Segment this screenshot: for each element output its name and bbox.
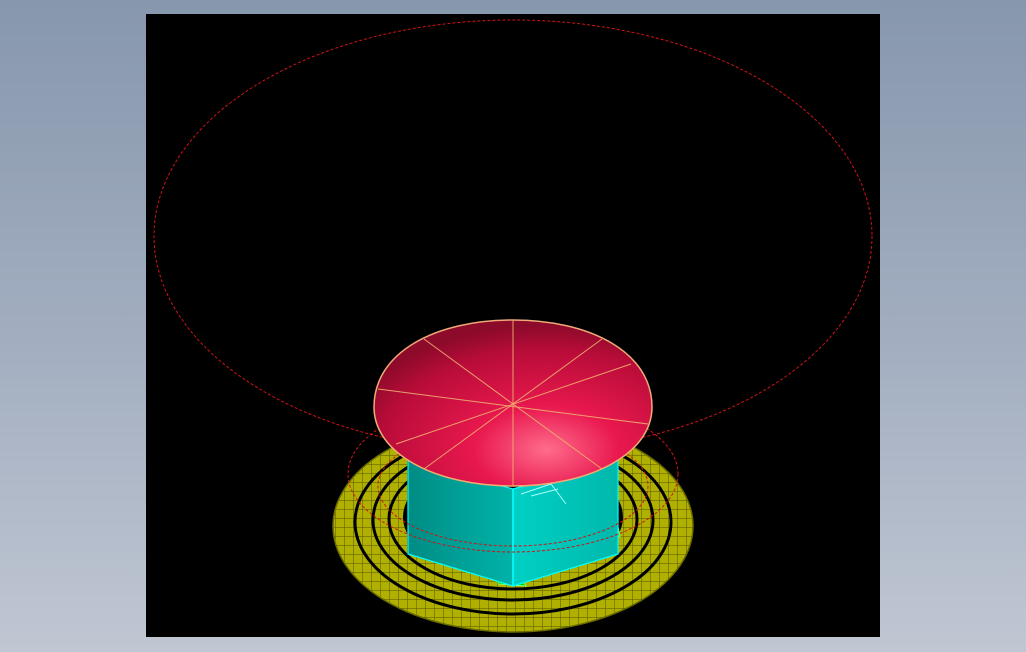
cad-model-render[interactable] bbox=[146, 14, 880, 637]
cad-viewer-background: { "viewer": { "background_gradient": ["#… bbox=[0, 0, 1026, 652]
3d-viewport[interactable] bbox=[146, 14, 880, 637]
dome-cap bbox=[373, 319, 653, 487]
